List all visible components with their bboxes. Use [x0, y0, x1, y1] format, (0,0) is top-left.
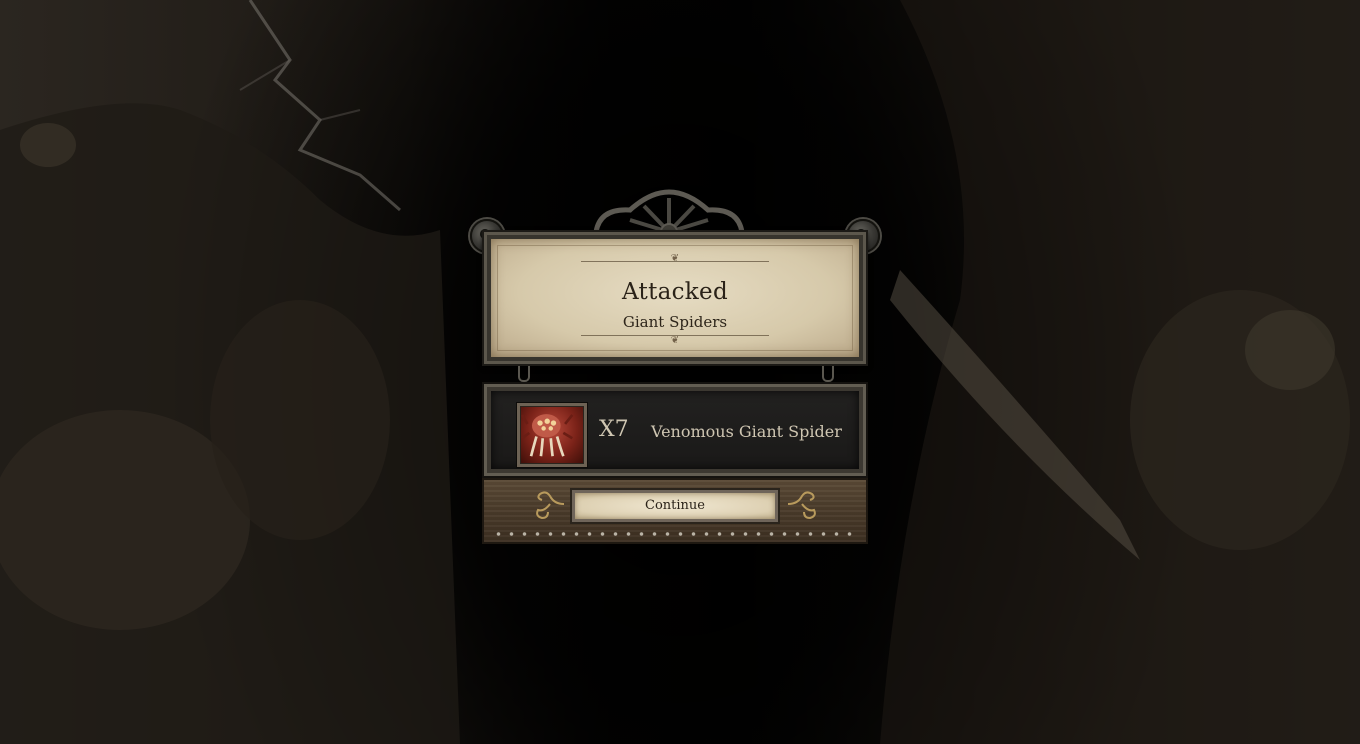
game-screen: ❦ Attacked Giant Spiders ❦ X7 Venomous G…: [0, 0, 1360, 744]
title-parchment: ❦ Attacked Giant Spiders ❦: [491, 239, 859, 357]
hook-right-icon: [822, 366, 834, 382]
hook-left-icon: [518, 366, 530, 382]
wheel-ornament-icon: [593, 189, 745, 236]
dialog-subtitle: Giant Spiders: [622, 313, 728, 331]
unit-name: Venomous Giant Spider: [651, 422, 842, 441]
spider-portrait-icon: [517, 403, 587, 467]
unit-count: X7: [599, 417, 629, 442]
flourish-top-icon: ❦: [670, 253, 680, 264]
metal-studs: [492, 532, 858, 536]
scroll-ornament-left-icon: [536, 491, 565, 520]
attack-notification-dialog: ❦ Attacked Giant Spiders ❦ X7 Venomous G…: [468, 188, 880, 548]
unit-row: X7 Venomous Giant Spider: [491, 391, 859, 469]
dialog-title: Attacked: [622, 279, 728, 305]
button-bar: Continue: [482, 478, 868, 544]
continue-button[interactable]: Continue: [572, 490, 778, 522]
title-panel: ❦ Attacked Giant Spiders ❦: [482, 230, 868, 366]
unit-panel: X7 Venomous Giant Spider: [482, 382, 868, 478]
flourish-bottom-icon: ❦: [670, 335, 680, 346]
scroll-ornament-right-icon: [787, 491, 816, 520]
